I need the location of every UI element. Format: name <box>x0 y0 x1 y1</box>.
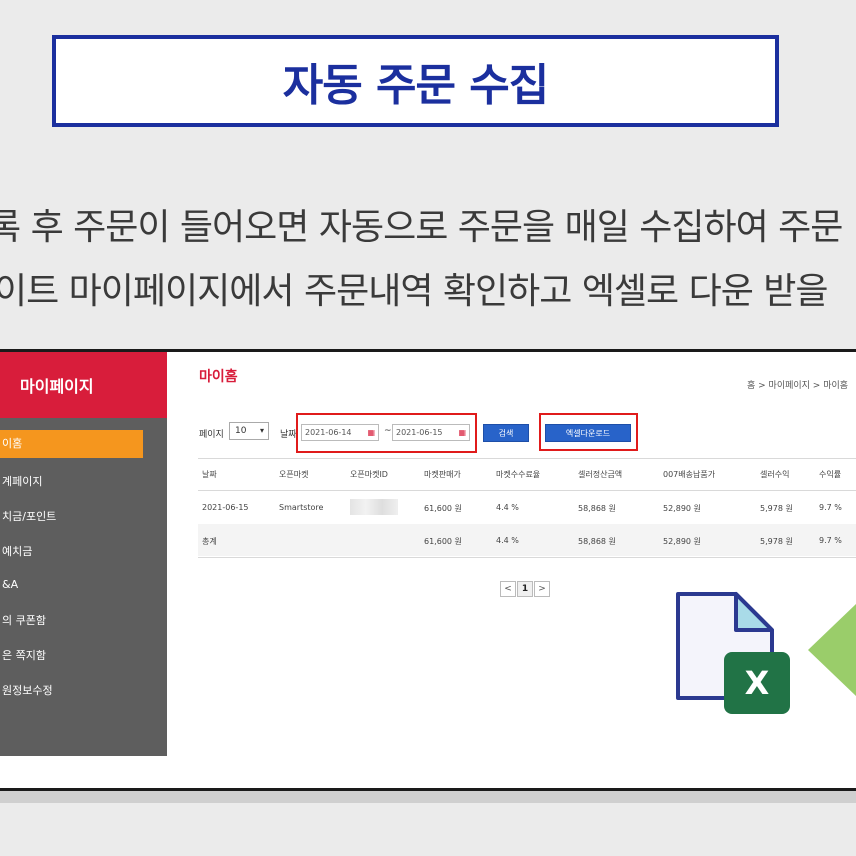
table-cell-supply-price: 52,890 원 <box>663 504 701 513</box>
total-price: 61,600 원 <box>424 537 462 546</box>
table-cell-margin: 9.7 % <box>819 503 842 512</box>
table-cell-fee-rate: 4.4 % <box>496 503 519 512</box>
page-number-button[interactable]: 1 <box>517 581 533 597</box>
total-row <box>198 524 856 556</box>
table-cell-market-id-blurred <box>350 499 398 515</box>
sidebar-item-points[interactable]: 치금/포인트 <box>2 508 56 524</box>
breadcrumb: 홈 > 마이페이지 > 마이홈 <box>747 381 849 391</box>
page-size-value: 10 <box>235 426 247 436</box>
page-size-label: 페이지 <box>199 430 224 440</box>
page-size-select[interactable]: 10 ▾ <box>229 422 269 440</box>
page-title: 자동 주문 수집 <box>282 60 550 111</box>
sidebar-item-account[interactable]: 계페이지 <box>2 473 42 489</box>
date-from-input[interactable]: 2021-06-14 ▦ <box>301 424 379 441</box>
table-bottom-border <box>198 557 856 558</box>
total-supply-price: 52,890 원 <box>663 537 701 546</box>
excel-letter: X <box>745 664 770 702</box>
main-content: 마이홈 홈 > 마이페이지 > 마이홈 페이지 10 ▾ 날짜 2021-06-… <box>167 352 856 788</box>
pagination: < 1 > <box>500 581 550 597</box>
date-to-input[interactable]: 2021-06-15 ▦ <box>392 424 470 441</box>
description-line-2: 이트 마이페이지에서 주문내역 확인하고 엑셀로 다운 받을 <box>0 271 829 312</box>
table-cell-price: 61,600 원 <box>424 504 462 513</box>
page-title-box: 자동 주문 수집 <box>52 35 779 127</box>
sidebar-item-deposit[interactable]: 예치금 <box>2 543 32 559</box>
page-prev-button[interactable]: < <box>500 581 516 597</box>
column-header: 날짜 <box>202 470 217 479</box>
frame-shadow <box>0 791 856 803</box>
table-cell-date: 2021-06-15 <box>202 503 249 512</box>
excel-download-button[interactable]: 엑셀다운로드 <box>545 424 631 442</box>
screenshot-frame: 마이페이지 이홈 계페이지 치금/포인트 예치금 &A 의 쿠폰함 은 쪽지함 … <box>0 349 856 791</box>
total-settlement: 58,868 원 <box>578 537 616 546</box>
date-label: 날짜 <box>280 430 297 440</box>
green-arrow-icon <box>808 604 856 696</box>
date-from-value: 2021-06-14 <box>305 428 352 437</box>
table-cell-settlement: 58,868 원 <box>578 504 616 513</box>
page-next-button[interactable]: > <box>534 581 550 597</box>
total-profit: 5,978 원 <box>760 537 793 546</box>
total-label: 총계 <box>202 537 217 546</box>
main-title: 마이홈 <box>199 369 238 385</box>
table-header-border <box>198 490 856 491</box>
column-header: 마켓수수료율 <box>496 470 541 479</box>
table-cell-market: Smartstore <box>279 503 324 512</box>
date-separator: ~ <box>384 426 392 436</box>
table-cell-profit: 5,978 원 <box>760 504 793 513</box>
total-margin: 9.7 % <box>819 536 842 545</box>
sidebar-item-profile-edit[interactable]: 원정보수정 <box>2 682 53 698</box>
sidebar-item-qna[interactable]: &A <box>2 578 18 591</box>
calendar-icon[interactable]: ▦ <box>367 425 375 440</box>
column-header: 셀러정산금액 <box>578 470 623 479</box>
total-fee-rate: 4.4 % <box>496 536 519 545</box>
sidebar: 마이페이지 이홈 계페이지 치금/포인트 예치금 &A 의 쿠폰함 은 쪽지함 … <box>0 352 167 756</box>
table-top-border <box>198 458 856 459</box>
description-line-1: 록 후 주문이 들어오면 자동으로 주문을 매일 수집하여 주문 <box>0 207 843 248</box>
excel-file-icon: X <box>676 592 790 714</box>
chevron-down-icon: ▾ <box>259 426 264 435</box>
search-button[interactable]: 검색 <box>483 424 529 442</box>
sidebar-item-myhome[interactable]: 이홈 <box>0 430 143 458</box>
column-header: 오픈마켓ID <box>350 470 388 479</box>
column-header: 수익률 <box>819 470 842 479</box>
column-header: 007배송납품가 <box>663 470 716 479</box>
column-header: 오픈마켓 <box>279 470 309 479</box>
sidebar-item-coupons[interactable]: 의 쿠폰함 <box>2 612 46 628</box>
sidebar-item-messages[interactable]: 은 쪽지함 <box>2 647 46 663</box>
sidebar-header: 마이페이지 <box>0 352 167 418</box>
column-header: 마켓판매가 <box>424 470 461 479</box>
column-header: 셀러수익 <box>760 470 790 479</box>
calendar-icon[interactable]: ▦ <box>458 425 466 440</box>
date-to-value: 2021-06-15 <box>396 428 443 437</box>
